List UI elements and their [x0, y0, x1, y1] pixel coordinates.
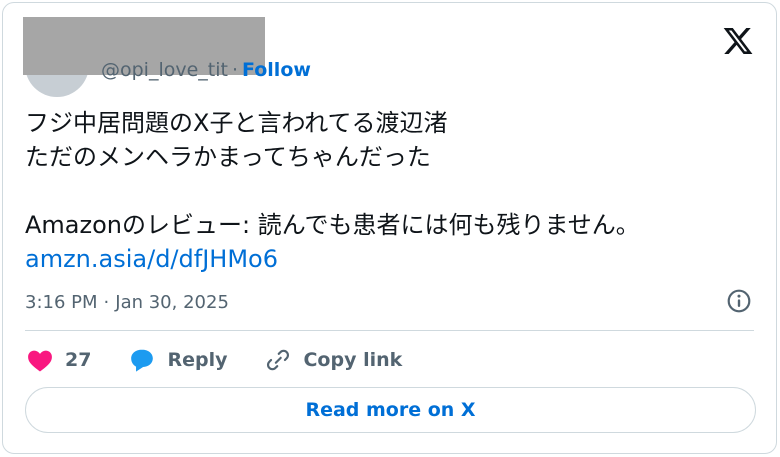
reply-button[interactable]: Reply [129, 347, 227, 373]
tweet-text: フジ中居問題のX子と言われてる渡辺渚 ただのメンヘラかまってちゃんだった Ama… [25, 106, 755, 276]
reply-label: Reply [167, 349, 228, 371]
info-icon[interactable] [726, 288, 752, 314]
divider [25, 330, 754, 331]
tweet-actions: 27 Reply Copy link [27, 344, 440, 376]
timestamp-separator: · [103, 292, 110, 313]
tweet-timestamp[interactable]: 3:16 PM · Jan 30, 2025 [25, 292, 229, 313]
link-icon [267, 349, 290, 371]
tweet-header: @opi_love_tit · Follow [3, 3, 776, 97]
read-more-button[interactable]: Read more on X [25, 387, 756, 433]
copy-link-button[interactable]: Copy link [265, 347, 402, 373]
reply-bubble-icon [131, 349, 154, 372]
tweet-time: 3:16 PM [25, 292, 98, 313]
tweet-embed-card: @opi_love_tit · Follow フジ中居問題のX子と言われてる渡辺… [2, 2, 777, 454]
author-handle-row: @opi_love_tit · Follow [101, 59, 311, 81]
heart-icon [28, 350, 52, 372]
like-button[interactable]: 27 [27, 348, 91, 372]
handle-separator: · [231, 59, 239, 81]
tweet-text-line: Amazonのレビュー: 読んでも患者には何も残りません。 [25, 211, 640, 239]
copy-link-label: Copy link [303, 349, 403, 371]
like-count: 27 [65, 349, 92, 371]
follow-button[interactable]: Follow [242, 59, 311, 81]
x-logo-icon[interactable] [722, 25, 754, 57]
tweet-text-line: フジ中居問題のX子と言われてる渡辺渚 [25, 109, 448, 137]
author-handle[interactable]: @opi_love_tit [101, 59, 228, 81]
tweet-text-line: ただのメンヘラかまってちゃんだった [25, 143, 431, 171]
tweet-link[interactable]: amzn.asia/d/dfJHMo6 [25, 242, 755, 276]
tweet-date: Jan 30, 2025 [115, 292, 229, 313]
